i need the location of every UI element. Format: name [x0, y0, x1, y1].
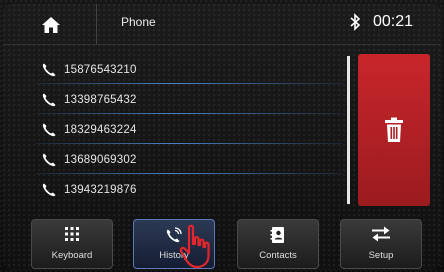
tab-setup[interactable]: Setup — [340, 219, 422, 269]
clock: 00:21 — [373, 13, 414, 30]
row-separator — [36, 113, 342, 114]
screen-frame: Phone 00:21 15876543210 13398765432 1832… — [3, 4, 441, 270]
call-history-list: 15876543210 13398765432 18329463224 1368… — [32, 56, 346, 204]
status-separator — [3, 44, 441, 45]
bottom-tab-bar: Keyboard History Contacts Setup — [3, 212, 441, 270]
tab-label: Setup — [368, 250, 394, 261]
phone-screen: Phone 00:21 15876543210 13398765432 1832… — [0, 0, 444, 272]
tab-label: Keyboard — [51, 250, 93, 261]
scrollbar[interactable] — [347, 56, 350, 204]
phone-icon — [42, 123, 56, 137]
app-title: Phone — [121, 15, 156, 29]
setup-arrows-icon — [341, 226, 421, 246]
bluetooth-icon — [349, 13, 361, 35]
phone-icon — [42, 93, 56, 107]
phone-icon — [42, 63, 56, 77]
status-bar: Phone 00:21 — [3, 4, 441, 45]
tab-contacts[interactable]: Contacts — [237, 219, 319, 269]
trash-icon — [385, 117, 403, 142]
phone-number: 13689069302 — [64, 154, 137, 166]
home-icon — [42, 17, 60, 33]
phone-icon — [42, 183, 56, 197]
tab-keyboard[interactable]: Keyboard — [31, 219, 113, 269]
status-divider — [96, 4, 97, 44]
phone-icon — [42, 153, 56, 167]
keypad-icon — [32, 226, 112, 246]
phone-number: 13943219876 — [64, 184, 137, 196]
history-row[interactable]: 13689069302 — [32, 146, 346, 174]
phone-number: 13398765432 — [64, 94, 137, 106]
history-row[interactable]: 15876543210 — [32, 56, 346, 84]
history-row[interactable]: 18329463224 — [32, 116, 346, 144]
delete-button[interactable] — [358, 54, 430, 206]
history-row[interactable]: 13398765432 — [32, 86, 346, 114]
pointing-hand-icon — [179, 224, 210, 269]
scrollbar-thumb[interactable] — [347, 56, 350, 204]
row-separator — [36, 143, 342, 144]
home-button[interactable] — [21, 10, 81, 40]
phone-number: 18329463224 — [64, 124, 137, 136]
row-separator — [36, 173, 342, 174]
contacts-icon — [238, 226, 318, 246]
row-separator — [36, 83, 342, 84]
phone-number: 15876543210 — [64, 64, 137, 76]
history-row[interactable]: 13943219876 — [32, 176, 346, 204]
tab-label: Contacts — [259, 250, 297, 261]
